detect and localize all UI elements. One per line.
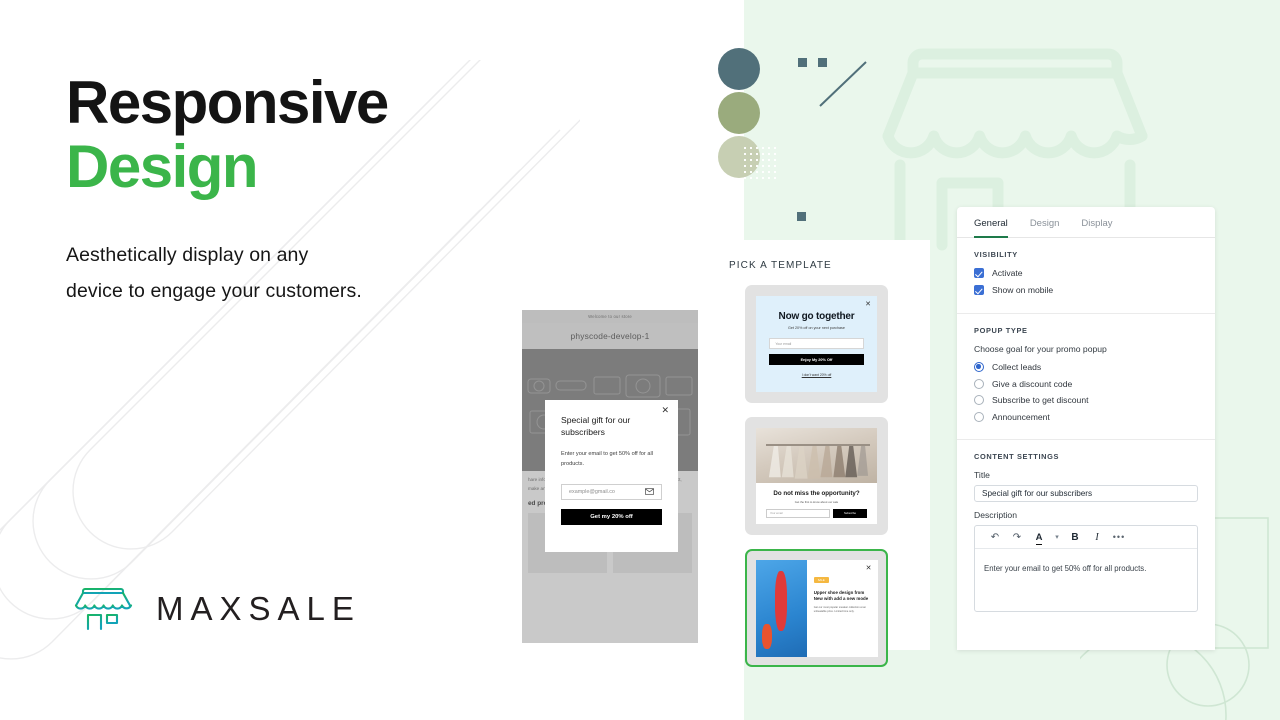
store-domain: physcode-develop-1 (570, 331, 650, 341)
close-icon: ✕ (865, 301, 871, 308)
template-image-clothing-rack (756, 428, 877, 483)
undo-icon[interactable]: ↶ (984, 532, 1006, 543)
text-color-icon[interactable]: A (1028, 531, 1050, 545)
description-editor: ↶ ↷ A ▾ B I ••• Enter your email to get … (974, 525, 1198, 612)
radio-row-subscribe-discount[interactable]: Subscribe to get discount (974, 395, 1198, 405)
template-subtitle: Get the first to know about our sale (794, 499, 839, 504)
radio-label-subscribe-discount: Subscribe to get discount (992, 395, 1089, 405)
template-title: Upper shoe design from New with add a ne… (813, 589, 869, 601)
page-title: Responsive Design (66, 73, 466, 201)
template-body: Do not miss the opportunity? Get the fir… (756, 483, 877, 518)
checkbox-activate[interactable] (974, 268, 984, 278)
headline-line-2: Design (66, 133, 259, 201)
popup-email-placeholder: example@gmail.co (569, 488, 615, 495)
content-settings-section: CONTENT SETTINGS Title Special gift for … (957, 440, 1215, 623)
checkbox-label-activate: Activate (992, 268, 1023, 278)
template-card-upper-shoe[interactable]: ✕ SALE Upper shoe design from New with a… (745, 549, 888, 667)
editor-toolbar: ↶ ↷ A ▾ B I ••• (975, 526, 1197, 549)
checkbox-show-on-mobile[interactable] (974, 285, 984, 295)
template-card-now-go-together[interactable]: ✕ Now go together Get 20% off on your ne… (745, 285, 888, 403)
content-settings-heading: CONTENT SETTINGS (974, 452, 1060, 461)
slide-canvas: Responsive Design Aesthetically display … (0, 0, 1280, 720)
radio-announcement[interactable] (974, 411, 984, 422)
envelope-icon (645, 488, 654, 495)
description-value: Enter your email to get 50% off for all … (984, 564, 1147, 573)
radio-collect-leads[interactable] (974, 362, 984, 372)
tab-general[interactable]: General (974, 218, 1008, 238)
template-email-input: Your email (769, 338, 864, 349)
popup-type-hint: Choose goal for your promo popup (974, 344, 1107, 354)
popup-type-section: POPUP TYPE Choose goal for your promo po… (957, 314, 1215, 440)
title-input-value: Special gift for our subscribers (982, 489, 1093, 498)
template-picker-panel: PICK A TEMPLATE ✕ Now go together Get 20… (715, 240, 930, 667)
visibility-section: VISIBILITY Activate Show on mobile (957, 238, 1215, 314)
promo-copy-block: Responsive Design Aesthetically display … (66, 73, 466, 310)
popup-email-input[interactable]: example@gmail.co (561, 483, 662, 500)
picker-heading: PICK A TEMPLATE (729, 260, 832, 271)
chevron-down-icon[interactable]: ▾ (1050, 533, 1064, 541)
template-body: ✕ SALE Upper shoe design from New with a… (807, 560, 878, 657)
close-icon: ✕ (865, 564, 872, 572)
template-email-input: Your email (766, 508, 830, 518)
visibility-heading: VISIBILITY (974, 250, 1018, 259)
template-cta-button: Enjoy My 20% Off (769, 354, 864, 365)
template-preview: ✕ SALE Upper shoe design from New with a… (755, 559, 878, 657)
preview-popup: ✕ Special gift for our subscribers Enter… (545, 400, 678, 552)
close-icon[interactable]: ✕ (661, 406, 669, 415)
popup-settings-panel: General Design Display VISIBILITY Activa… (957, 207, 1215, 650)
template-preview: ✕ (756, 428, 877, 524)
radio-label-discount-code: Give a discount code (992, 378, 1073, 389)
popup-cta-button[interactable]: Get my 20% off (561, 508, 662, 525)
announcement-bar-text: Welcome to our store (588, 314, 632, 319)
template-email-placeholder: Your email (775, 341, 792, 346)
template-preview: ✕ Now go together Get 20% off on your ne… (756, 296, 877, 392)
radio-row-collect-leads[interactable]: Collect leads (974, 362, 1198, 372)
title-input[interactable]: Special gift for our subscribers (974, 485, 1198, 502)
tab-display[interactable]: Display (1081, 218, 1112, 237)
radio-discount-code[interactable] (974, 378, 984, 389)
redo-icon[interactable]: ↷ (1006, 532, 1028, 543)
template-badge: SALE (813, 577, 829, 583)
checkbox-row-show-on-mobile[interactable]: Show on mobile (974, 285, 1198, 295)
more-options-button[interactable]: ••• (1108, 532, 1130, 542)
description-editor-body[interactable]: Enter your email to get 50% off for all … (975, 549, 1197, 611)
brand-logo: MAXSALE (72, 580, 361, 638)
radio-label-collect-leads: Collect leads (992, 362, 1042, 372)
radio-subscribe-discount[interactable] (974, 395, 984, 405)
popup-description: Enter your email to get 50% off for all … (561, 450, 653, 468)
tab-design[interactable]: Design (1030, 218, 1060, 237)
headline-line-1: Responsive (66, 69, 389, 136)
template-email-placeholder: Your email (770, 511, 783, 515)
template-subtitle: Get our most popular sneaker collection … (813, 606, 867, 614)
clothing-illustration (768, 445, 869, 479)
logo-wordmark: MAXSALE (156, 590, 361, 627)
radio-row-announcement[interactable]: Announcement (974, 411, 1198, 422)
store-header: physcode-develop-1 (522, 323, 698, 349)
bold-button[interactable]: B (1064, 532, 1086, 543)
template-decline-link: I don't want 20% off (801, 373, 832, 377)
store-preview-mockup: Welcome to our store physcode-develop-1 (522, 310, 698, 643)
checkbox-label-show-on-mobile: Show on mobile (992, 285, 1054, 295)
settings-tabs: General Design Display (957, 207, 1215, 238)
template-form-row: Your email Subscribe (762, 508, 871, 518)
popup-title: Special gift for our subscribers (561, 415, 631, 438)
template-title: Now go together (778, 311, 855, 322)
radio-row-discount-code[interactable]: Give a discount code (974, 378, 1198, 389)
storefront-icon (74, 587, 133, 632)
italic-button[interactable]: I (1086, 532, 1108, 543)
description-field-label: Description (974, 510, 1017, 520)
checkbox-row-activate[interactable]: Activate (974, 268, 1198, 278)
template-card-do-not-miss[interactable]: ✕ (745, 417, 888, 535)
template-image-sneaker (755, 559, 807, 657)
promo-subcopy: Aesthetically display on any device to e… (66, 244, 362, 303)
radio-label-announcement: Announcement (992, 411, 1050, 422)
announcement-bar: Welcome to our store (522, 310, 698, 323)
template-subtitle: Get 20% off on your next purchase (788, 326, 845, 330)
template-title: Do not miss the opportunity? (773, 489, 860, 497)
title-field-label: Title (974, 470, 990, 480)
popup-type-heading: POPUP TYPE (974, 326, 1028, 335)
template-cta-button: Subscribe (833, 508, 867, 518)
